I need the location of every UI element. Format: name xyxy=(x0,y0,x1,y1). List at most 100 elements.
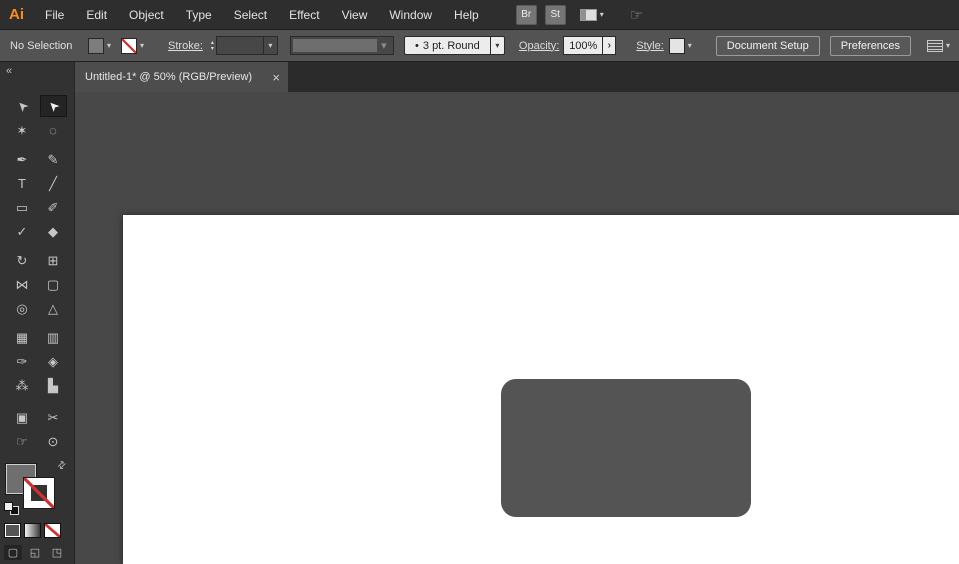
menu-object[interactable]: Object xyxy=(118,0,175,30)
draw-normal-icon[interactable]: ▢ xyxy=(4,545,22,560)
touch-workspace-icon[interactable]: ☞ xyxy=(630,6,643,24)
chevron-down-icon[interactable]: ▾ xyxy=(600,10,604,19)
document-tab-title: Untitled-1* @ 50% (RGB/Preview) xyxy=(85,71,253,83)
rectangle-tool[interactable]: ▭ xyxy=(9,196,36,218)
free-transform-tool[interactable]: ▢ xyxy=(40,273,67,295)
shaper-tool[interactable]: ✓ xyxy=(9,220,36,242)
collapse-panel-icon[interactable]: « xyxy=(6,65,12,77)
menu-select[interactable]: Select xyxy=(223,0,278,30)
stock-button[interactable]: St xyxy=(544,4,566,25)
stroke-none-swatch[interactable] xyxy=(121,37,138,54)
fill-swatch[interactable] xyxy=(88,37,104,54)
tool-row: ◎ △ xyxy=(0,296,75,320)
stroke-weight-combo[interactable]: ▾ xyxy=(215,36,278,55)
document-tab[interactable]: Untitled-1* @ 50% (RGB/Preview) × xyxy=(75,62,288,92)
zoom-tool[interactable]: ⊙ xyxy=(40,430,67,452)
menu-file[interactable]: File xyxy=(34,0,75,30)
tool-row: ⋈ ▢ xyxy=(0,272,75,296)
opacity-panel-link[interactable]: Opacity: xyxy=(519,40,559,52)
artboard-tool[interactable]: ▣ xyxy=(9,406,36,428)
gradient-button[interactable] xyxy=(24,523,41,538)
perspective-grid-tool[interactable]: △ xyxy=(40,297,67,319)
chevron-down-icon[interactable]: ▾ xyxy=(688,41,692,50)
chevron-down-icon[interactable]: ▾ xyxy=(489,36,505,55)
hand-tool[interactable]: ☞ xyxy=(9,430,36,452)
width-tool[interactable]: ⋈ xyxy=(9,273,36,295)
column-graph-tool-icon: ▙ xyxy=(48,377,58,393)
color-button[interactable] xyxy=(4,523,21,538)
stroke-panel-link[interactable]: Stroke: xyxy=(168,40,203,52)
canvas-area[interactable] xyxy=(75,92,959,564)
swap-fill-stroke-icon[interactable]: ⇄ xyxy=(55,459,69,473)
brush-definition-combo[interactable]: • 3 pt. Round ▾ xyxy=(403,36,505,55)
gradient-tool[interactable]: ▥ xyxy=(40,326,67,348)
symbol-sprayer-tool-icon: ⁂ xyxy=(15,377,29,393)
style-control[interactable]: ▾ xyxy=(668,37,692,54)
chevron-down-icon[interactable]: ▾ xyxy=(107,41,111,50)
scale-tool[interactable]: ⊞ xyxy=(40,249,67,271)
none-button[interactable] xyxy=(44,523,61,538)
tool-list: ➤ ➤ ✶ ◌ ✒ ✎ T ╱ ▭ ✐ ✓ ◆ ↻ ⊞ ⋈ ▢ ◎ △ ▦ ▥ … xyxy=(0,94,75,453)
column-graph-tool[interactable]: ▙ xyxy=(40,374,67,396)
slice-tool-icon: ✂ xyxy=(47,409,59,425)
opacity-input[interactable]: 100% xyxy=(563,36,604,55)
control-panel-menu[interactable]: ▾ xyxy=(927,39,950,52)
document-setup-button[interactable]: Document Setup xyxy=(715,35,820,56)
eyedropper-tool[interactable]: ✑ xyxy=(9,350,36,372)
close-tab-icon[interactable]: × xyxy=(272,71,280,84)
paintbrush-tool[interactable]: ✐ xyxy=(40,196,67,218)
opacity-flyout-arrow-icon[interactable]: › xyxy=(603,36,617,55)
blend-tool[interactable]: ◈ xyxy=(40,350,67,372)
menu-type[interactable]: Type xyxy=(175,0,223,30)
arrange-documents-icon[interactable] xyxy=(579,8,597,21)
pen-tool[interactable]: ✒ xyxy=(9,148,36,170)
eraser-tool[interactable]: ◆ xyxy=(40,220,67,242)
style-panel-link[interactable]: Style: xyxy=(636,40,664,52)
stroke-color-control[interactable]: ▾ xyxy=(121,37,144,54)
chevron-down-icon[interactable]: ▾ xyxy=(140,41,144,50)
symbol-sprayer-tool[interactable]: ⁂ xyxy=(9,374,36,396)
menu-edit[interactable]: Edit xyxy=(75,0,118,30)
stroke-weight-stepper[interactable]: ▴ ▾ xyxy=(211,40,214,52)
app-logo: Ai xyxy=(9,6,24,23)
draw-behind-icon[interactable]: ◱ xyxy=(26,545,44,560)
type-tool[interactable]: T xyxy=(9,172,36,194)
style-swatch[interactable] xyxy=(668,37,685,54)
selection-tool[interactable]: ➤ xyxy=(9,95,36,117)
slice-tool[interactable]: ✂ xyxy=(40,406,67,428)
bridge-button[interactable]: Br xyxy=(515,4,537,25)
mesh-tool[interactable]: ▦ xyxy=(9,326,36,348)
fill-color-control[interactable]: ▾ xyxy=(88,37,111,54)
chevron-down-icon[interactable]: ▾ xyxy=(946,41,950,50)
draw-inside-icon[interactable]: ◳ xyxy=(48,545,66,560)
direct-selection-tool-icon: ➤ xyxy=(43,96,63,116)
direct-selection-tool[interactable]: ➤ xyxy=(39,95,67,117)
tool-row: ▭ ✐ xyxy=(0,195,75,219)
rectangle-tool-icon: ▭ xyxy=(15,199,29,215)
panel-menu-icon[interactable] xyxy=(927,39,944,52)
shape-builder-tool[interactable]: ◎ xyxy=(9,297,36,319)
menu-effect[interactable]: Effect xyxy=(278,0,330,30)
tool-row: ⁂ ▙ xyxy=(0,373,75,397)
curvature-tool[interactable]: ✎ xyxy=(40,148,67,170)
menu-window[interactable]: Window xyxy=(378,0,443,30)
line-segment-tool[interactable]: ╱ xyxy=(40,172,67,194)
chevron-down-icon: ▾ xyxy=(381,40,387,52)
stepper-down-icon[interactable]: ▾ xyxy=(211,46,214,52)
magic-wand-tool-icon: ✶ xyxy=(16,122,28,138)
stroke-indicator[interactable] xyxy=(24,478,54,508)
pen-tool-icon: ✒ xyxy=(16,151,28,167)
magic-wand-tool[interactable]: ✶ xyxy=(9,119,36,141)
lasso-tool[interactable]: ◌ xyxy=(40,119,67,141)
rounded-rectangle-shape[interactable] xyxy=(501,379,751,517)
chevron-down-icon[interactable]: ▾ xyxy=(268,41,272,50)
menu-view[interactable]: View xyxy=(331,0,379,30)
fill-stroke-indicator: ⇄ xyxy=(4,459,72,518)
stroke-indicator-hole xyxy=(31,485,47,501)
preferences-button[interactable]: Preferences xyxy=(829,35,912,56)
rotate-tool[interactable]: ↻ xyxy=(9,249,36,271)
tool-row: ✶ ◌ xyxy=(0,118,75,142)
artboard[interactable] xyxy=(123,215,959,564)
menu-help[interactable]: Help xyxy=(443,0,490,30)
default-fill-stroke-icon[interactable] xyxy=(4,502,22,516)
